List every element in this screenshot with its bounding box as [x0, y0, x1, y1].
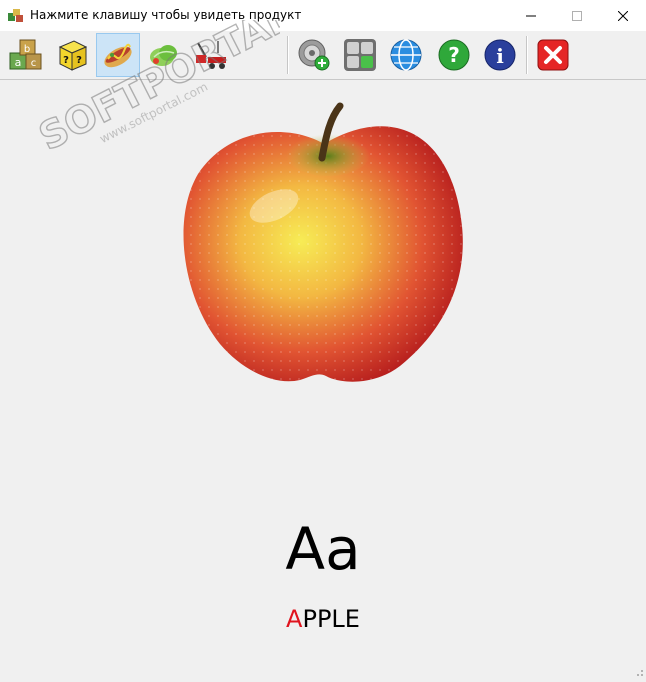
add-sound-button[interactable]: [292, 33, 336, 77]
product-letters: Aa: [285, 515, 361, 583]
toy-wagon-icon: [196, 41, 226, 69]
hotdog-icon: [104, 43, 132, 68]
help-button[interactable]: ?: [432, 33, 476, 77]
help-icon: ?: [438, 39, 470, 71]
minimize-button[interactable]: [508, 0, 554, 31]
toolbar-separator: [287, 36, 289, 74]
minimize-icon: [526, 15, 536, 16]
window-title: Нажмите клавишу чтобы увидеть продукт: [30, 8, 302, 22]
info-icon: i: [484, 39, 516, 71]
maximize-icon: [572, 10, 582, 21]
close-red-icon: [537, 39, 569, 71]
svg-text:i: i: [496, 44, 504, 68]
word-first-letter: A: [286, 605, 303, 633]
toolbar-separator: [526, 36, 528, 74]
svg-text:c: c: [31, 58, 37, 69]
maximize-button[interactable]: [554, 0, 600, 31]
svg-text:?: ?: [448, 43, 460, 67]
toys-button[interactable]: [188, 33, 232, 77]
vegetables-icon: [150, 45, 177, 66]
product-word: APPLE: [0, 602, 646, 636]
food-button[interactable]: [96, 33, 140, 77]
toolbar: a b c ? ? ? i: [0, 31, 646, 80]
globe-icon: [390, 39, 422, 71]
svg-text:a: a: [15, 56, 22, 69]
svg-text:b: b: [24, 44, 30, 55]
svg-text:?: ?: [76, 55, 82, 66]
word-rest: PPLE: [302, 605, 360, 633]
exit-button[interactable]: [531, 33, 575, 77]
keyboard-icon: [344, 39, 376, 71]
title-bar: Нажмите клавишу чтобы увидеть продукт: [0, 0, 646, 31]
close-icon: [618, 10, 628, 21]
svg-text:?: ?: [63, 55, 69, 66]
close-window-button[interactable]: [600, 0, 646, 31]
apple-image: [178, 96, 470, 390]
app-icon: [8, 7, 24, 23]
question-box-button[interactable]: ? ?: [50, 33, 94, 77]
question-box-icon: ? ?: [58, 40, 88, 71]
about-button[interactable]: i: [478, 33, 522, 77]
vegetables-button[interactable]: [142, 33, 186, 77]
resize-grip[interactable]: [634, 664, 644, 676]
web-button[interactable]: [384, 33, 428, 77]
abc-blocks-icon: a b c: [9, 39, 42, 70]
speaker-add-icon: [298, 39, 330, 71]
keyboard-button[interactable]: [338, 33, 382, 77]
abc-blocks-button[interactable]: a b c: [4, 33, 48, 77]
